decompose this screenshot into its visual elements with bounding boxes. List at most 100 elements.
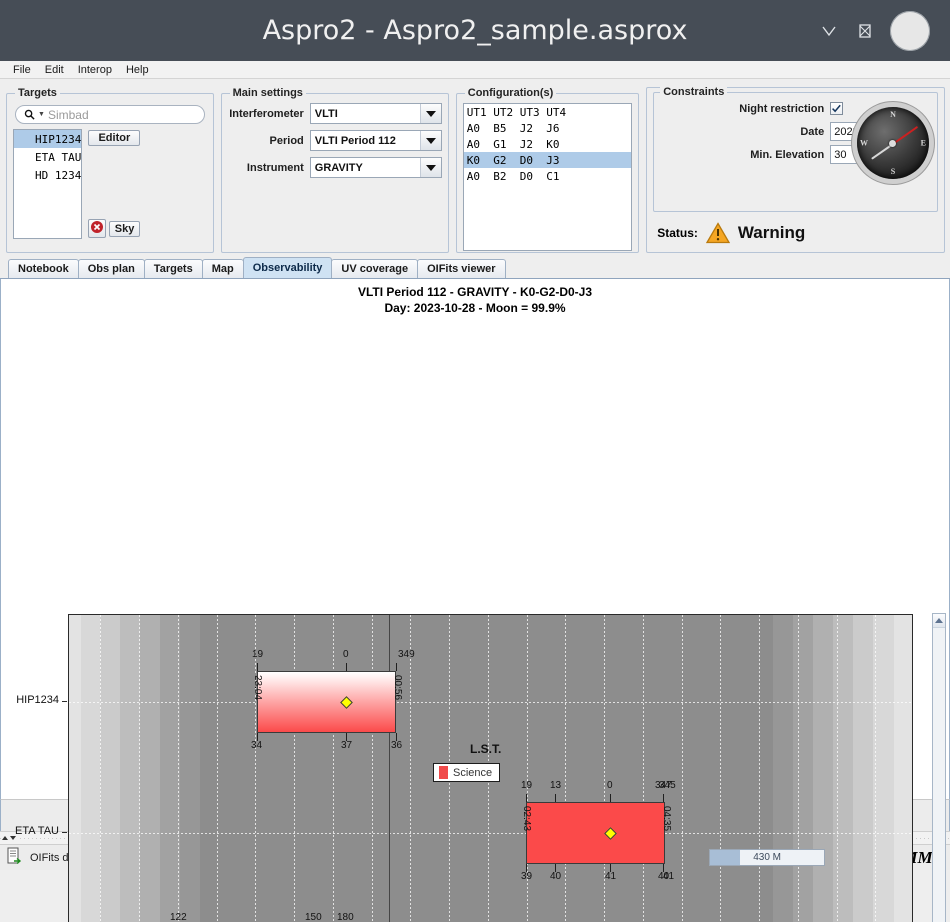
chevron-down-icon[interactable] bbox=[419, 158, 441, 177]
configurations-list[interactable]: UT1 UT2 UT3 UT4 A0 B5 J2 J6 A0 G1 J2 K0 … bbox=[462, 103, 633, 251]
grid-line-v bbox=[100, 615, 101, 922]
legend-label: Science bbox=[453, 766, 493, 779]
list-item[interactable]: HD 1234 bbox=[14, 166, 81, 184]
period-select[interactable]: VLTI Period 112 bbox=[309, 130, 442, 151]
status-label: Status: bbox=[657, 226, 698, 240]
tab-notebook[interactable]: Notebook bbox=[8, 259, 79, 278]
period-value: VLTI Period 112 bbox=[314, 134, 396, 147]
window-titlebar: Aspro2 - Aspro2_sample.asprox bbox=[0, 0, 950, 61]
instrument-select[interactable]: GRAVITY bbox=[309, 157, 442, 178]
chevron-down-icon[interactable] bbox=[419, 131, 441, 150]
settings-strip: Targets ▼ Simbad HIP1234 ETA TAU HD 1234… bbox=[0, 79, 950, 257]
list-item[interactable]: HIP1234 bbox=[14, 130, 82, 148]
chart-vertical-scrollbar[interactable] bbox=[932, 613, 946, 922]
tab-bar: Notebook Obs plan Targets Map Observabil… bbox=[0, 257, 950, 279]
document-icon bbox=[6, 847, 22, 868]
status-row: Status: Warning bbox=[653, 222, 938, 244]
list-item[interactable]: UT1 UT2 UT3 UT4 bbox=[464, 104, 631, 120]
memory-gauge[interactable]: 430 M bbox=[709, 849, 826, 866]
grid-line-v bbox=[255, 615, 256, 922]
bar-tick bbox=[610, 794, 611, 802]
end-time-label: 00:56 bbox=[392, 675, 403, 701]
tab-map[interactable]: Map bbox=[201, 259, 244, 278]
azimuth-label: 349 bbox=[398, 649, 415, 660]
grid-line-v bbox=[410, 615, 411, 922]
main-settings-legend: Main settings bbox=[232, 87, 303, 99]
start-time-label: 02:43 bbox=[521, 806, 532, 832]
elevation-label: 34 bbox=[251, 740, 263, 751]
menu-interop[interactable]: Interop bbox=[71, 63, 119, 77]
wind-compass: N E S W bbox=[856, 107, 929, 179]
list-item[interactable]: A0 G1 J2 K0 bbox=[464, 136, 631, 152]
x-axis-title: L.S.T. bbox=[470, 742, 502, 756]
tab-obs-plan[interactable]: Obs plan bbox=[77, 259, 145, 278]
night-restriction-checkbox[interactable] bbox=[830, 102, 844, 115]
grid-line-h bbox=[69, 702, 912, 703]
twilight-band bbox=[180, 615, 200, 922]
y-tick bbox=[62, 701, 67, 702]
sky-button[interactable]: Sky bbox=[108, 220, 141, 237]
star-icon bbox=[18, 133, 30, 145]
menu-help[interactable]: Help bbox=[119, 63, 156, 77]
grid-line-v bbox=[139, 615, 140, 922]
grid-line-v bbox=[294, 615, 295, 922]
minimize-icon[interactable] bbox=[818, 20, 840, 42]
menu-edit[interactable]: Edit bbox=[38, 63, 71, 77]
instrument-value: GRAVITY bbox=[314, 161, 363, 174]
list-item[interactable]: ETA TAU bbox=[14, 148, 81, 166]
azimuth-label: 13 bbox=[550, 780, 562, 791]
interferometer-select[interactable]: VLTI bbox=[309, 103, 442, 124]
azimuth-label: 0 bbox=[607, 780, 613, 791]
elevation-label: 41 bbox=[605, 871, 617, 882]
chevron-down-icon[interactable] bbox=[419, 104, 441, 123]
grid-line-v bbox=[798, 615, 799, 922]
twilight-band bbox=[894, 615, 912, 922]
list-item[interactable]: K0 G2 D0 J3 bbox=[463, 152, 632, 168]
list-item[interactable]: A0 B2 D0 C1 bbox=[464, 168, 631, 184]
compass-east-label: E bbox=[920, 138, 926, 148]
bar-eta-tau[interactable] bbox=[526, 802, 665, 864]
search-placeholder: Simbad bbox=[47, 107, 89, 122]
editor-button[interactable]: Editor bbox=[88, 130, 141, 146]
targets-panel: Targets ▼ Simbad HIP1234 ETA TAU HD 1234… bbox=[6, 87, 214, 253]
end-time-label: 04:35 bbox=[661, 806, 672, 832]
tab-targets[interactable]: Targets bbox=[143, 259, 203, 278]
list-item[interactable]: A0 B5 J2 J6 bbox=[464, 120, 631, 136]
y-tick bbox=[62, 832, 67, 833]
delete-target-button[interactable] bbox=[88, 219, 106, 238]
scroll-up-small-icon[interactable] bbox=[2, 836, 8, 840]
instrument-label: Instrument bbox=[246, 161, 304, 174]
grid-line-v bbox=[682, 615, 683, 922]
elevation-label: 40 bbox=[550, 871, 562, 882]
bar-tick bbox=[346, 663, 347, 671]
avatar[interactable] bbox=[890, 10, 930, 51]
targets-list[interactable]: HIP1234 ETA TAU HD 1234 bbox=[13, 129, 83, 239]
tab-oifits-viewer[interactable]: OIFits viewer bbox=[417, 259, 506, 278]
twilight-band bbox=[69, 615, 81, 922]
restore-icon[interactable] bbox=[854, 20, 876, 42]
azimuth-label: 122 bbox=[170, 912, 187, 922]
star-icon bbox=[18, 169, 30, 181]
search-input[interactable]: ▼ Simbad bbox=[15, 105, 205, 124]
twilight-band bbox=[100, 615, 120, 922]
twilight-band bbox=[833, 615, 853, 922]
interferometer-row: Interferometer VLTI bbox=[228, 103, 442, 124]
menubar: File Edit Interop Help bbox=[0, 61, 950, 79]
day-boundary-line bbox=[389, 615, 390, 922]
tab-observability[interactable]: Observability bbox=[242, 257, 333, 278]
bar-tick bbox=[396, 663, 397, 671]
twilight-band bbox=[853, 615, 873, 922]
menu-file[interactable]: File bbox=[6, 63, 38, 77]
list-item-label: HIP1234 bbox=[35, 132, 82, 146]
chevron-down-icon[interactable]: ▼ bbox=[38, 111, 45, 118]
elevation-label: 36 bbox=[391, 740, 403, 751]
grid-line-v bbox=[875, 615, 876, 922]
targets-legend: Targets bbox=[18, 87, 57, 99]
min-elevation-label: Min. Elevation bbox=[750, 148, 825, 161]
bar-hip1234[interactable] bbox=[257, 671, 396, 733]
scroll-up-icon[interactable] bbox=[933, 614, 945, 628]
grid-line-v bbox=[565, 615, 566, 922]
compass-north-label: N bbox=[890, 110, 896, 119]
interferometer-label: Interferometer bbox=[229, 107, 304, 120]
tab-uv-coverage[interactable]: UV coverage bbox=[331, 259, 419, 278]
